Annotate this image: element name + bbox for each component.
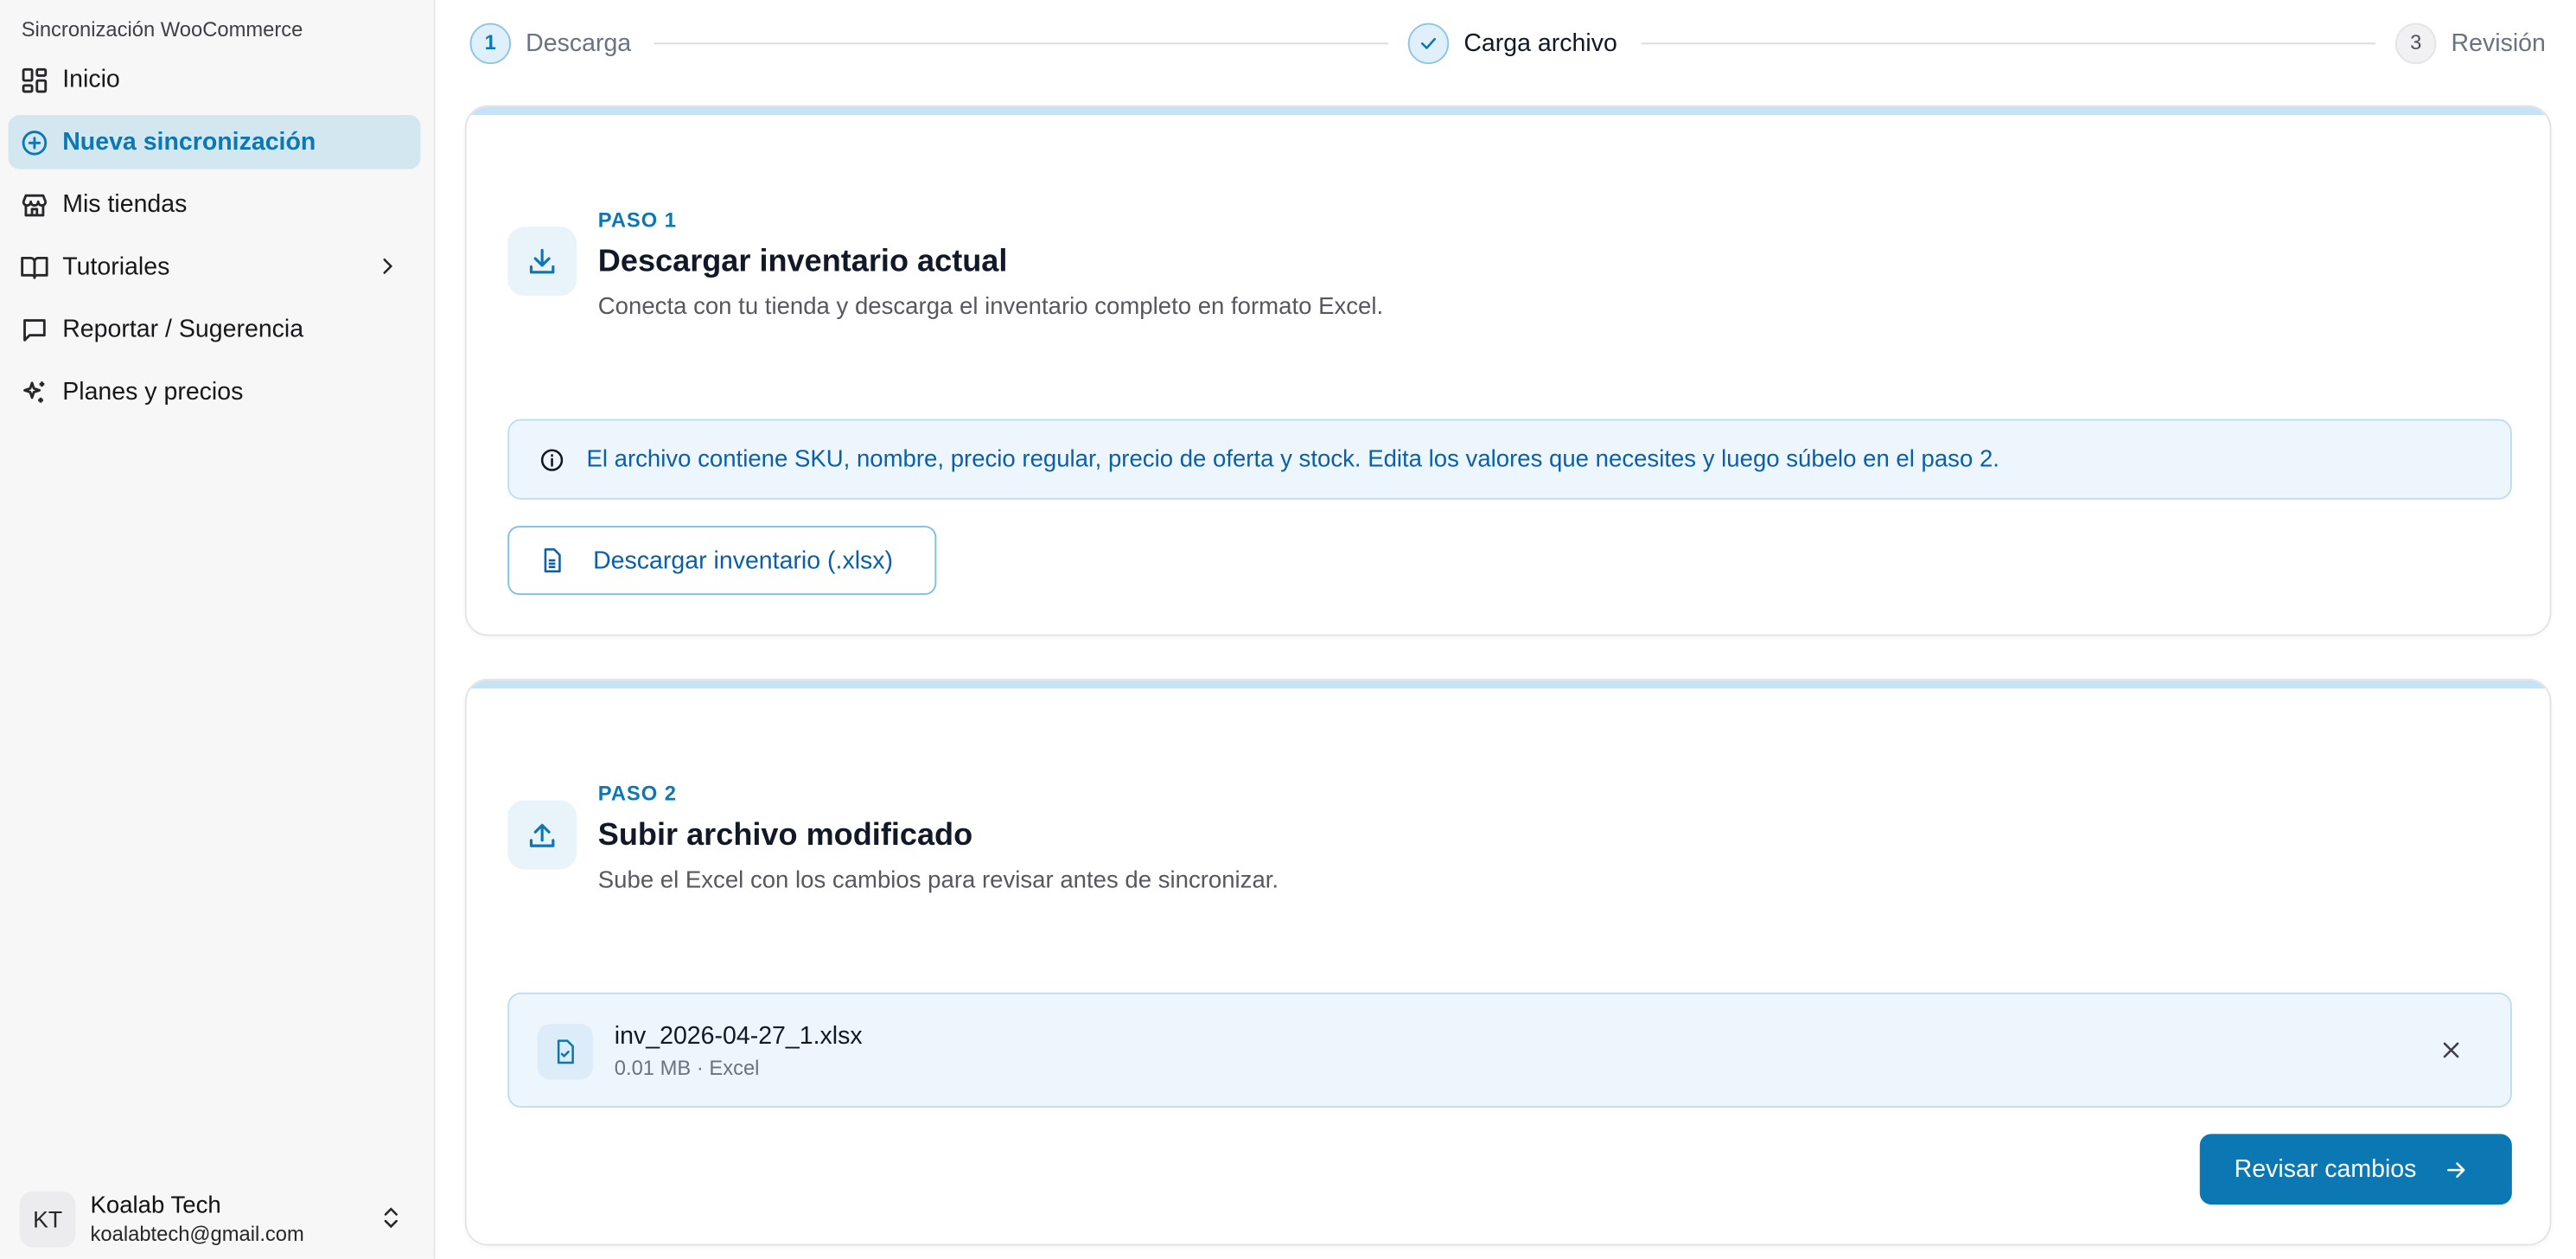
step2-kicker: PASO 2 [597, 782, 677, 806]
user-name: Koalab Tech [90, 1192, 221, 1219]
step1-description: Conecta con tu tienda y descarga el inve… [597, 294, 1384, 321]
step1-card: PASO 1 Descargar inventario actual Conec… [464, 105, 2552, 636]
user-email: koalabtech@gmail.com [90, 1222, 304, 1245]
sidebar-item-label: Tutoriales [62, 252, 170, 281]
chevrons-up-down-icon[interactable] [378, 1205, 404, 1230]
sidebar-item-label: Planes y precios [62, 378, 244, 406]
info-banner: El archivo contiene SKU, nombre, precio … [507, 419, 2512, 500]
dashboard-icon [20, 65, 49, 94]
download-icon [507, 227, 577, 297]
review-changes-button[interactable]: Revisar cambios [2199, 1134, 2512, 1205]
step1-title: Descargar inventario actual [597, 245, 1008, 280]
message-icon [20, 315, 49, 344]
sidebar-item-label: Reportar / Sugerencia [62, 315, 304, 344]
store-icon [20, 190, 49, 220]
step-number: 3 [2394, 22, 2437, 64]
file-name: inv_2026-04-27_1.xlsx [614, 1022, 863, 1051]
sidebar-item-inicio[interactable]: Inicio [9, 53, 421, 107]
app-title: Sincronización WooCommerce [21, 17, 303, 42]
check-icon [1407, 22, 1450, 64]
step-carga-archivo[interactable]: Carga archivo [1407, 22, 1617, 64]
user-info: Koalab Tech koalabtech@gmail.com [91, 1192, 304, 1247]
step2-description: Sube el Excel con los cambios para revis… [597, 867, 1279, 894]
file-check-icon [537, 1024, 594, 1080]
step-label: Revisión [2451, 29, 2546, 57]
avatar: KT [19, 1191, 76, 1248]
close-icon[interactable] [2438, 1037, 2464, 1063]
info-text: El archivo contiene SKU, nombre, precio … [586, 445, 1999, 473]
download-inventory-button[interactable]: Descargar inventario (.xlsx) [507, 526, 937, 595]
user-menu[interactable]: KT Koalab Tech koalabtech@gmail.com [19, 1190, 421, 1249]
sidebar: Sincronización WooCommerce Inicio Nueva … [0, 0, 436, 1259]
step-label: Carga archivo [1463, 29, 1617, 57]
step-revision[interactable]: 3 Revisión [2394, 22, 2546, 64]
info-icon [539, 446, 564, 472]
sidebar-item-tutoriales[interactable]: Tutoriales [9, 240, 421, 294]
sidebar-item-reportar[interactable]: Reportar / Sugerencia [9, 303, 421, 357]
step-label: Descarga [526, 29, 632, 57]
sidebar-item-planes[interactable]: Planes y precios [9, 365, 421, 419]
sidebar-nav: Inicio Nueva sincronización Mis tiendas … [8, 53, 421, 427]
sidebar-item-mis-tiendas[interactable]: Mis tiendas [9, 177, 421, 232]
review-button-label: Revisar cambios [2234, 1155, 2417, 1184]
sidebar-item-nueva-sincronizacion[interactable]: Nueva sincronización [8, 115, 421, 169]
uploaded-file: inv_2026-04-27_1.xlsx 0.01 MB · Excel [507, 992, 2512, 1108]
plus-circle-icon [20, 127, 49, 157]
sidebar-item-label: Mis tiendas [62, 190, 188, 219]
book-icon [20, 252, 49, 282]
step2-title: Subir archivo modificado [597, 818, 973, 853]
spreadsheet-icon [539, 547, 564, 573]
stepper: 1 Descarga Carga archivo 3 Revisión [469, 22, 2550, 66]
step-connector [1641, 42, 2376, 44]
step-number: 1 [469, 22, 512, 64]
file-meta: 0.01 MB · Excel [614, 1057, 760, 1080]
step-connector [654, 42, 1388, 44]
download-button-label: Descargar inventario (.xlsx) [593, 546, 894, 575]
sidebar-item-label: Nueva sincronización [62, 128, 316, 157]
sparkles-icon [20, 377, 49, 406]
upload-icon [507, 800, 577, 870]
arrow-right-icon [2443, 1156, 2469, 1182]
chevron-right-icon [383, 259, 393, 274]
step2-card: PASO 2 Subir archivo modificado Sube el … [464, 678, 2552, 1246]
step1-kicker: PASO 1 [597, 208, 677, 232]
sidebar-item-label: Inicio [62, 66, 120, 94]
step-descarga[interactable]: 1 Descarga [469, 22, 632, 64]
